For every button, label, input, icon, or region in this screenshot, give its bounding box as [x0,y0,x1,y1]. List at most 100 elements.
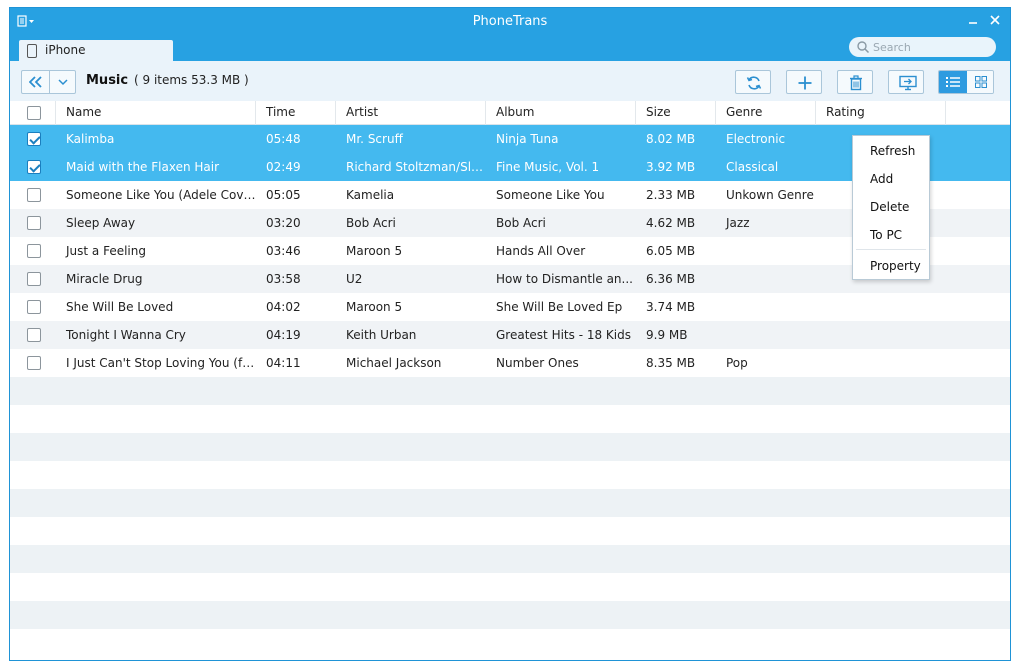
context-menu-refresh[interactable]: Refresh [853,139,929,163]
search-input[interactable] [873,39,988,55]
cell-album: She Will Be Loved Ep [496,300,623,314]
table-row[interactable]: She Will Be Loved 04:02 Maroon 5 She Will B… [10,293,1010,321]
add-button[interactable] [786,70,822,94]
context-menu-add[interactable]: Add [853,167,929,191]
row-checkbox[interactable] [27,244,41,258]
grid-view-icon [975,76,987,88]
cell-album: Bob Acri [496,216,546,230]
row-checkbox[interactable] [27,188,41,202]
cell-genre [716,237,816,265]
cell-name: She Will Be Loved [66,300,174,314]
row-checkbox[interactable] [27,300,41,314]
table-row[interactable]: I Just Can't Stop Loving You (fea... 04:1… [10,349,1010,377]
cell-artist: Maroon 5 [346,300,403,314]
cell-rating [816,321,946,349]
cell-time: 03:46 [266,244,301,258]
cell-name: Tonight I Wanna Cry [66,328,186,342]
title-bar: PhoneTrans iPhone [10,8,1010,62]
column-header-rating[interactable]: Rating [816,101,946,125]
monitor-export-icon [899,75,917,91]
minimize-icon [969,22,977,24]
empty-table-row [10,601,1010,629]
table-header: Name Time Artist Album Size Genre Rating [10,101,1010,125]
empty-table-row [10,545,1010,573]
cell-album: How to Dismantle an... [496,272,633,286]
cell-size: 9.9 MB [646,328,688,342]
cell-artist: Keith Urban [346,328,417,342]
phone-icon [27,44,37,58]
close-icon [990,15,1000,25]
list-view-icon [946,77,960,87]
nav-group [21,70,76,94]
close-button[interactable] [986,13,1004,31]
dropdown-button[interactable] [50,71,76,93]
cell-album: Someone Like You [496,188,605,202]
cell-name: Someone Like You (Adele Cover) [66,188,256,202]
cell-time: 04:11 [266,356,301,370]
row-checkbox[interactable] [27,160,41,174]
cell-name: Maid with the Flaxen Hair [66,160,220,174]
cell-time: 05:48 [266,132,301,146]
cell-time: 03:58 [266,272,301,286]
double-chevron-left-icon [28,76,42,88]
cell-genre: Classical [726,160,779,174]
context-menu-property[interactable]: Property [853,254,929,278]
empty-table-row [10,573,1010,601]
context-menu: Refresh Add Delete To PC Property [852,135,930,280]
column-header-album[interactable]: Album [486,101,636,125]
cell-genre: Jazz [726,216,750,230]
context-menu-delete[interactable]: Delete [853,195,929,219]
cell-genre [716,321,816,349]
minimize-button[interactable] [964,13,982,31]
cell-size: 3.92 MB [646,160,696,174]
column-header-time[interactable]: Time [256,101,336,125]
refresh-icon [746,76,762,90]
trash-icon [850,75,862,91]
cell-time: 04:02 [266,300,301,314]
app-title: PhoneTrans [472,14,548,29]
grid-view-button[interactable] [967,71,993,93]
list-view-button[interactable] [939,71,967,93]
cell-size: 6.05 MB [646,244,696,258]
search-icon [857,41,870,54]
tab-iphone[interactable]: iPhone [19,40,173,62]
cell-rating [816,293,946,321]
row-checkbox[interactable] [27,132,41,146]
table-row[interactable]: Tonight I Wanna Cry 04:19 Keith Urban Great… [10,321,1010,349]
item-count-info: ( 9 items 53.3 MB ) [134,73,249,87]
cell-artist: Maroon 5 [346,244,403,258]
page-title: Music [86,73,129,88]
to-pc-button[interactable] [888,70,924,94]
row-checkbox[interactable] [27,328,41,342]
cell-album: Number Ones [496,356,579,370]
cell-size: 4.62 MB [646,216,696,230]
cell-genre: Pop [726,356,748,370]
cell-size: 6.36 MB [646,272,696,286]
row-checkbox[interactable] [27,216,41,230]
empty-table-row [10,461,1010,489]
row-checkbox[interactable] [27,272,41,286]
column-header-name[interactable]: Name [56,101,256,125]
context-menu-to-pc[interactable]: To PC [853,223,929,247]
delete-button[interactable] [837,70,873,94]
select-all-checkbox[interactable] [27,106,41,120]
column-header-artist[interactable]: Artist [336,101,486,125]
back-button[interactable] [22,71,50,93]
cell-size: 3.74 MB [646,300,696,314]
cell-size: 8.35 MB [646,356,696,370]
cell-album: Hands All Over [496,244,586,258]
row-checkbox[interactable] [27,356,41,370]
view-toggle [938,70,994,94]
column-header-size[interactable]: Size [636,101,716,125]
search-box[interactable] [849,37,996,57]
cell-album: Ninja Tuna [496,132,559,146]
app-window: PhoneTrans iPhone Search Music (9 items… [9,7,1011,661]
cell-rating [816,349,946,377]
toolbar: Music ( 9 items 53.3 MB ) [10,61,1010,101]
column-header-genre[interactable]: Genre [716,101,816,125]
refresh-button[interactable] [735,70,771,94]
cell-artist: U2 [346,272,363,286]
empty-table-row [10,377,1010,405]
empty-table-row [10,517,1010,545]
cell-name: Just a Feeling [66,244,146,258]
